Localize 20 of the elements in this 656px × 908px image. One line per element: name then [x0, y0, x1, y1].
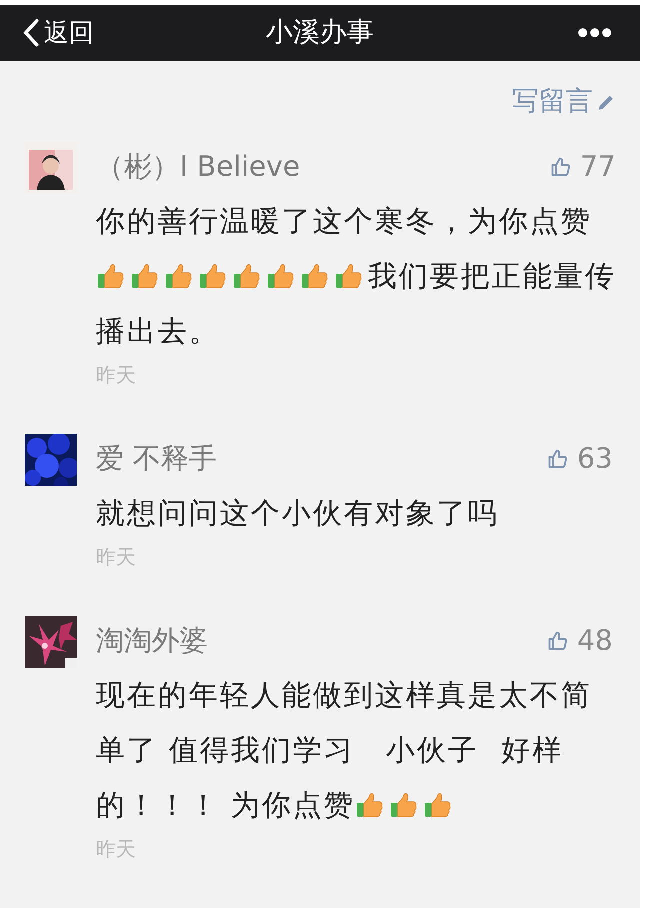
back-chevron-icon — [22, 18, 40, 48]
like-count: 63 — [577, 441, 613, 477]
pencil-icon — [597, 94, 615, 112]
more-icon[interactable] — [578, 28, 612, 38]
comment-time: 昨天 — [96, 544, 137, 571]
thumbs-up-icon[interactable] — [547, 630, 570, 652]
comment-author: 爱 不释手 — [96, 441, 217, 477]
comment-time: 昨天 — [96, 362, 137, 389]
like-count: 77 — [580, 149, 616, 185]
comment-text: 就想问问这个小伙有对象了吗 — [96, 495, 500, 532]
thumbs-up-icon[interactable] — [550, 156, 572, 178]
comment-text: 你的善行温暖了这个寒冬，为你点赞 我们要把正能量传 播出去。 — [96, 203, 616, 350]
like-count: 48 — [577, 623, 613, 659]
comment-time: 昨天 — [96, 836, 137, 863]
comment-author: （彬）I Believe — [96, 149, 300, 185]
comment-text: 现在的年轻人能做到这样真是太不简 单了 值得我们学习 小伙子 好样 的！！！ 为你点赞 — [96, 677, 593, 824]
back-button[interactable]: 返回 — [22, 14, 94, 52]
comment-author: 淘淘外婆 — [96, 623, 208, 659]
window-title: 小溪办事 — [266, 16, 374, 50]
thumbs-up-icon[interactable] — [547, 448, 570, 470]
